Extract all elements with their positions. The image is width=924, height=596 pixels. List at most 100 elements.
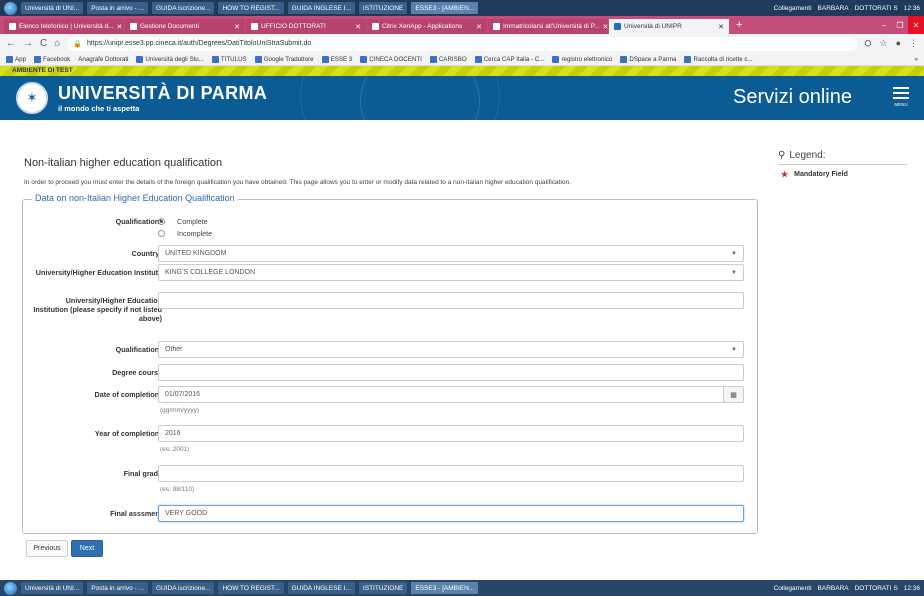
bookmark-icon bbox=[620, 55, 628, 63]
taskbar-item[interactable]: Università di UNI... bbox=[21, 2, 84, 14]
bookmark-item[interactable]: ESSE 3 bbox=[321, 55, 352, 63]
bookmark-item[interactable]: Facebook bbox=[34, 55, 70, 63]
reload-icon[interactable]: C bbox=[40, 38, 47, 49]
taskbar-item[interactable]: HOW TO REGIST... bbox=[218, 2, 284, 14]
year-completion-input[interactable]: 2016 bbox=[158, 425, 744, 442]
bookmark-item[interactable]: registro elettronico bbox=[552, 55, 612, 63]
menu-button[interactable]: MENU bbox=[893, 87, 909, 107]
bookmark-item[interactable]: TITULUS bbox=[211, 55, 247, 63]
start-button[interactable] bbox=[4, 1, 17, 15]
calendar-icon[interactable]: ▦ bbox=[723, 387, 743, 402]
university-seal-icon[interactable]: ✶ bbox=[16, 82, 48, 114]
close-window-icon[interactable]: ✕ bbox=[908, 16, 924, 34]
final-assessment-input[interactable]: VERY GOOD bbox=[158, 505, 744, 522]
bookmark-item[interactable]: DSpace a Parma bbox=[620, 55, 676, 63]
bookmark-item[interactable]: App bbox=[6, 55, 26, 63]
taskbar-item[interactable]: Posta in arrivo - ... bbox=[87, 2, 148, 14]
close-icon[interactable]: ✕ bbox=[117, 23, 123, 31]
more-bookmarks-icon[interactable]: » bbox=[915, 56, 918, 63]
star-icon[interactable]: ☆ bbox=[879, 38, 887, 49]
taskbar-item[interactable]: Posta in arrivo - ... bbox=[87, 582, 148, 594]
chevron-down-icon: ▼ bbox=[731, 346, 737, 353]
bookmark-item[interactable]: CINECA DOCENTI bbox=[360, 55, 422, 63]
date-hint: (gg/mm/yyyy) bbox=[160, 407, 199, 414]
browser-tabstrip: Elenco telefonico | Università d... ✕ Ges… bbox=[0, 16, 924, 34]
browser-tab[interactable]: Immatricolarsi all'Università di P... ✕ bbox=[488, 19, 608, 34]
tray-item[interactable]: DOTTORATI S bbox=[855, 5, 898, 12]
bookmark-item[interactable]: Anagrafe Dottorati bbox=[78, 56, 128, 63]
date-completion-input[interactable]: 01/07/2016 ▦ bbox=[158, 386, 744, 403]
degree-course-input[interactable] bbox=[158, 364, 744, 381]
taskbar-item[interactable]: ESSE3 - [AMBIEN... bbox=[411, 2, 479, 14]
close-icon[interactable]: ✕ bbox=[602, 23, 608, 31]
browser-tab[interactable]: UFFICIO DOTTORATI ✕ bbox=[246, 19, 366, 34]
browser-tab[interactable]: Gestione Documenti ✕ bbox=[125, 19, 245, 34]
next-button[interactable]: Next bbox=[71, 540, 103, 557]
maximize-icon[interactable]: ❐ bbox=[892, 16, 908, 34]
taskbar-item[interactable]: Università di UNI... bbox=[21, 582, 84, 594]
browser-tab[interactable]: Citrix XenApp - Applications ✕ bbox=[367, 19, 487, 34]
field-label: Final grade bbox=[123, 469, 162, 478]
back-icon[interactable]: ← bbox=[6, 38, 16, 49]
forward-icon[interactable]: → bbox=[23, 38, 33, 49]
new-tab-icon[interactable]: + bbox=[730, 19, 748, 31]
close-icon[interactable]: ✕ bbox=[476, 23, 482, 31]
taskbar-item[interactable]: GUIDA INGLESE I... bbox=[287, 2, 355, 14]
tray-item[interactable]: Collegamenti bbox=[774, 585, 812, 592]
more-icon[interactable]: ⋮ bbox=[909, 38, 918, 49]
radio-complete[interactable]: Complete bbox=[158, 217, 208, 226]
field-label: University/Higher Education Institute bbox=[35, 268, 162, 277]
close-icon[interactable]: ✕ bbox=[234, 23, 240, 31]
bookmark-item[interactable]: Università degli Stu... bbox=[136, 55, 204, 63]
final-grade-input[interactable] bbox=[158, 465, 744, 482]
bookmark-item[interactable]: Google Traduttore bbox=[254, 55, 314, 63]
taskbar-item[interactable]: ISTITUZIONE bbox=[358, 582, 408, 594]
favicon-icon bbox=[251, 23, 258, 30]
browser-tab-active[interactable]: Università di UNIPR ✕ bbox=[609, 19, 729, 34]
bookmark-icon bbox=[136, 55, 144, 63]
bookmark-item[interactable]: Cerca CAP Italia - C... bbox=[474, 55, 544, 63]
university-other-input[interactable] bbox=[158, 292, 744, 309]
taskbar-bottom: Università di UNI... Posta in arrivo - .… bbox=[0, 580, 924, 596]
bookmark-icon bbox=[684, 55, 692, 63]
clock: 12:36 bbox=[903, 584, 920, 592]
bookmark-icon bbox=[360, 55, 368, 63]
home-icon[interactable]: ⌂ bbox=[54, 38, 60, 49]
year-hint: (es: 2001) bbox=[160, 446, 190, 453]
minimize-icon[interactable]: – bbox=[876, 16, 892, 34]
bookmark-item[interactable]: CARISBO bbox=[429, 55, 467, 63]
fieldset-legend: Data on non-Italian Higher Education Qua… bbox=[32, 193, 238, 203]
university-name[interactable]: UNIVERSITÀ DI PARMA bbox=[58, 83, 267, 104]
radio-incomplete[interactable]: Incomplete bbox=[158, 229, 212, 238]
tray-item[interactable]: BARBARA bbox=[818, 585, 849, 592]
taskbar-item[interactable]: GUIDA iscrizione... bbox=[151, 2, 215, 14]
university-select[interactable]: KING'S COLLEGE LONDON ▼ bbox=[158, 264, 744, 281]
legend-mandatory: ★ Mandatory Field bbox=[781, 170, 848, 179]
taskbar-item[interactable]: ISTITUZIONE bbox=[358, 2, 408, 14]
favicon-icon bbox=[372, 23, 379, 30]
close-icon[interactable]: ✕ bbox=[355, 23, 361, 31]
page-intro: In order to proceed you must enter the d… bbox=[24, 179, 571, 186]
browser-tab[interactable]: Elenco telefonico | Università d... ✕ bbox=[4, 19, 124, 34]
taskbar-top: Università di UNI... Posta in arrivo - .… bbox=[0, 0, 924, 16]
legend-panel: ⚲ Legend: ★ Mandatory Field bbox=[778, 150, 908, 179]
taskbar-item[interactable]: HOW TO REGIST... bbox=[218, 582, 284, 594]
tray-item[interactable]: DOTTORATI S bbox=[855, 585, 898, 592]
qualification-select[interactable]: Other ▼ bbox=[158, 341, 744, 358]
close-icon[interactable]: ✕ bbox=[718, 23, 724, 31]
start-button[interactable] bbox=[4, 581, 17, 595]
url-field[interactable]: 🔒 https://unipr.esse3.pp.cineca.it/auth/… bbox=[67, 36, 858, 51]
chevron-down-icon: ▼ bbox=[731, 269, 737, 276]
taskbar-item[interactable]: GUIDA iscrizione... bbox=[151, 582, 215, 594]
bookmark-item[interactable]: Raccolta di ricette c... bbox=[684, 55, 753, 63]
grade-hint: (es: 98/110) bbox=[160, 486, 195, 493]
account-icon[interactable]: ● bbox=[896, 38, 901, 49]
country-select[interactable]: UNITED KINGDOM ▼ bbox=[158, 245, 744, 262]
previous-button[interactable]: Previous bbox=[26, 540, 68, 557]
tray-item[interactable]: Collegamenti bbox=[774, 5, 812, 12]
favicon-icon bbox=[493, 23, 500, 30]
translate-icon[interactable]: ⛭ bbox=[864, 38, 871, 49]
tray-item[interactable]: BARBARA bbox=[818, 5, 849, 12]
taskbar-item[interactable]: ESSE3 - [AMBIEN... bbox=[411, 582, 479, 594]
taskbar-item[interactable]: GUIDA INGLESE I... bbox=[287, 582, 355, 594]
